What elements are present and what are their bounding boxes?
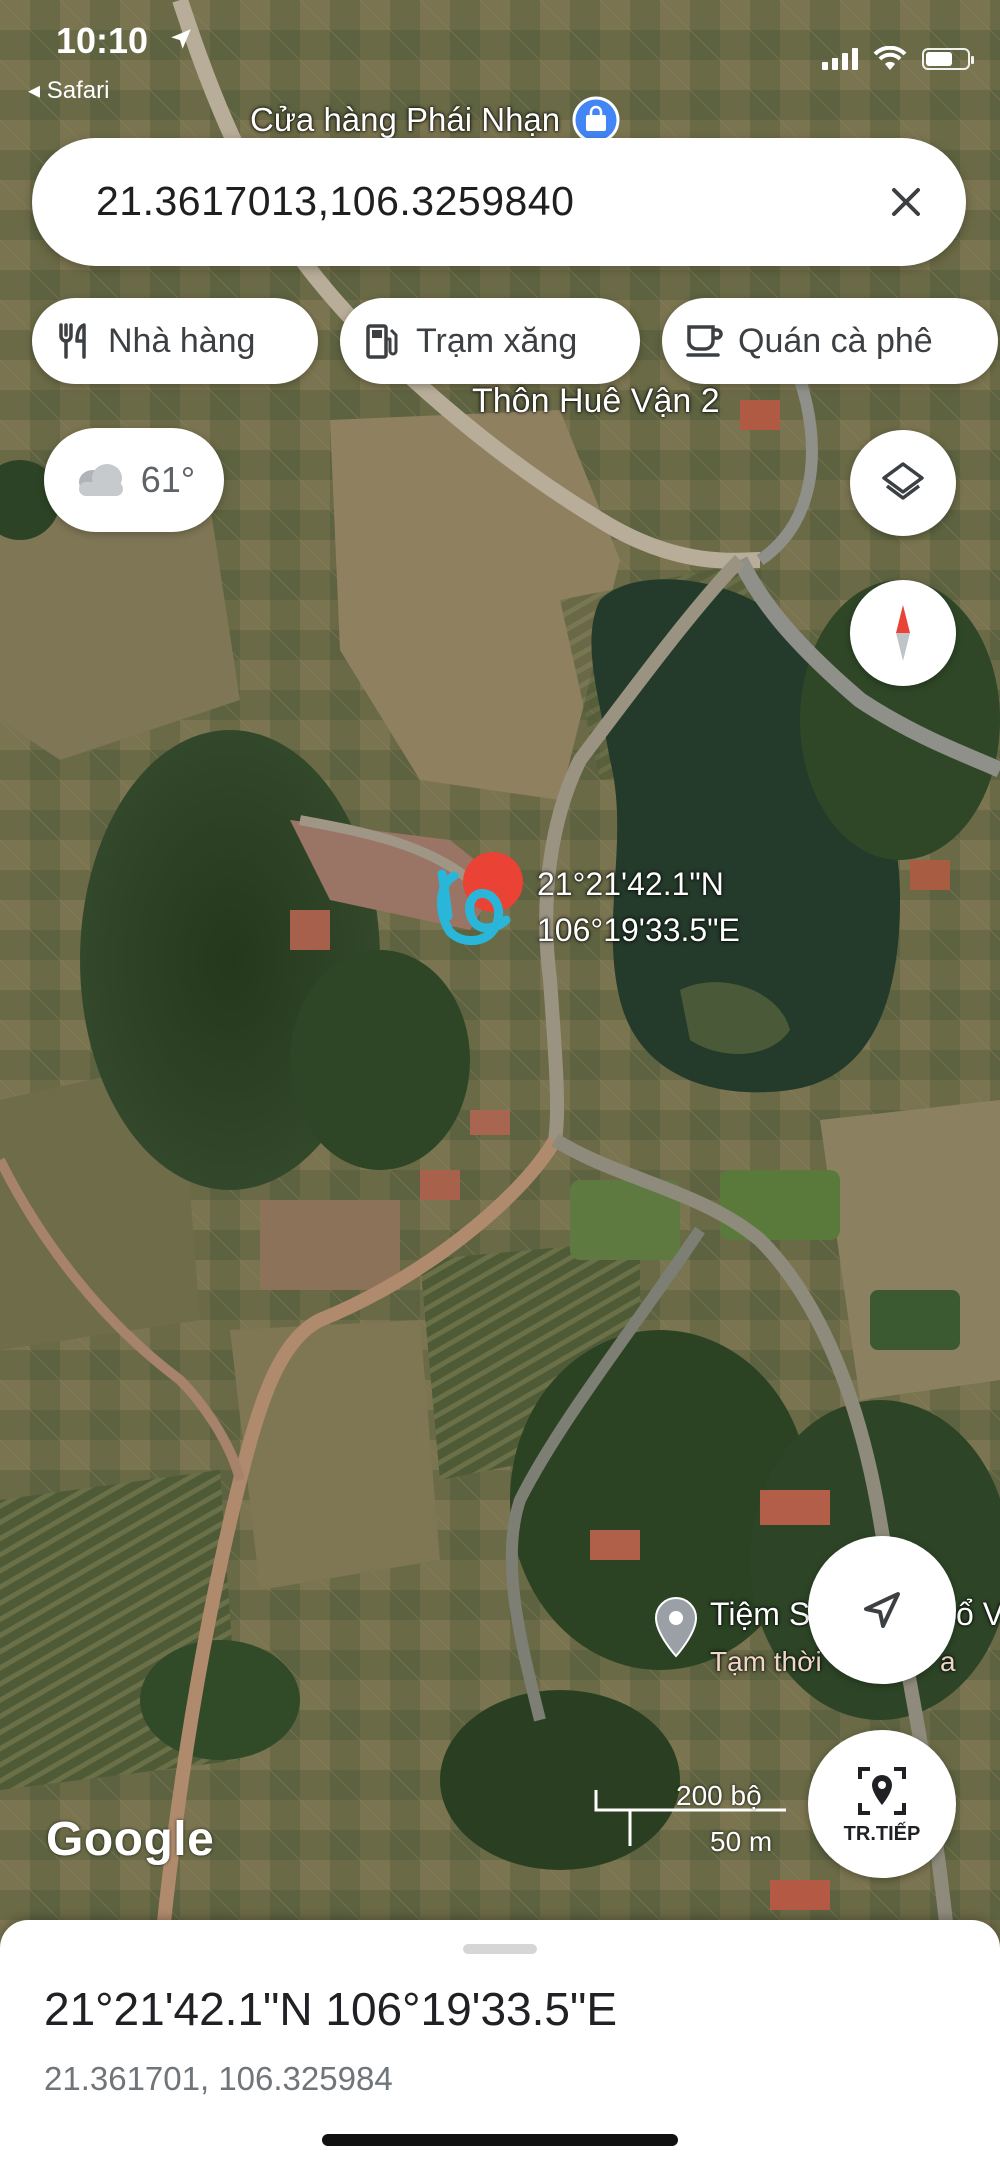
- chip-label: Trạm xăng: [416, 321, 578, 360]
- compass-button[interactable]: [850, 580, 956, 686]
- map-label-village: Thôn Huê Vận 2: [472, 382, 720, 420]
- live-view-button[interactable]: TR.TIẾP: [808, 1730, 956, 1878]
- coffee-icon: [686, 325, 723, 357]
- shopping-bag-icon: [572, 96, 620, 144]
- weather-chip[interactable]: 61°: [44, 428, 224, 532]
- poi-name-tail-label: ổ V: [956, 1596, 1000, 1632]
- layers-icon: [882, 462, 924, 500]
- poi-name: Tiệm S: [710, 1596, 811, 1632]
- layers-button[interactable]: [850, 430, 956, 536]
- scale-imperial-label: 200 bộ: [676, 1780, 762, 1811]
- close-icon: [892, 188, 920, 216]
- map-place-label-shop[interactable]: Cửa hàng Phái Nhạn: [250, 96, 620, 144]
- status-time: 10:10: [56, 20, 149, 61]
- status-indicators: [822, 46, 974, 72]
- status-bar: 10:10 ◂ Safari: [0, 0, 1000, 110]
- compass-icon: [896, 605, 910, 661]
- chip-coffee[interactable]: Quán cà phê: [662, 298, 998, 384]
- gas-station-icon: [366, 324, 398, 359]
- search-bar[interactable]: 21.3617013,106.3259840: [32, 138, 966, 266]
- wifi-icon: [873, 46, 907, 70]
- live-view-label: TR.TIẾP: [843, 1822, 921, 1845]
- scale-metric-label: 50 m: [710, 1826, 773, 1857]
- chip-gas-stations[interactable]: Trạm xăng: [340, 298, 640, 384]
- cloudy-icon: [78, 464, 123, 496]
- place-title: 21°21'42.1"N 106°19'33.5"E: [44, 1983, 618, 2035]
- clear-search-button[interactable]: [866, 162, 946, 242]
- place-bottom-sheet[interactable]: 21°21'42.1"N 106°19'33.5"E 21.361701, 10…: [0, 1920, 1000, 2165]
- restaurant-icon: [59, 323, 86, 359]
- poi-name-label[interactable]: Tiệm S: [710, 1596, 810, 1633]
- search-query[interactable]: 21.3617013,106.3259840: [96, 178, 574, 225]
- my-location-button[interactable]: [808, 1536, 956, 1684]
- chip-label: Quán cà phê: [738, 321, 933, 360]
- chip-restaurants[interactable]: Nhà hàng: [32, 298, 318, 384]
- battery-icon: [922, 48, 974, 70]
- dropped-pin-icon: [436, 852, 523, 945]
- google-logo: Google: [46, 1813, 215, 1866]
- place-name: Cửa hàng Phái Nhạn: [250, 101, 561, 138]
- sheet-drag-handle[interactable]: [463, 1944, 537, 1954]
- marker-latitude-label: 21°21'42.1"N: [537, 866, 724, 902]
- marker-longitude-label: 106°19'33.5"E: [537, 912, 740, 948]
- location-arrow-icon: [171, 29, 191, 49]
- place-decimal-coordinates: 21.361701, 106.325984: [44, 2060, 393, 2097]
- live-view-icon: [858, 1766, 906, 1815]
- cellular-signal-icon: [822, 48, 858, 70]
- place-pin-icon[interactable]: [654, 1596, 698, 1658]
- maps-screen: 10:10 ◂ Safari Cửa hàng Phái Nhạn 21.361…: [0, 0, 1000, 2165]
- navigation-arrow-icon: [864, 1592, 900, 1628]
- weather-temperature: 61°: [140, 459, 196, 500]
- poi-status-label: Tạm thời: [710, 1646, 822, 1677]
- back-to-safari-link[interactable]: ◂ Safari: [28, 76, 109, 105]
- home-indicator[interactable]: [322, 2134, 678, 2146]
- chip-label: Nhà hàng: [108, 321, 256, 360]
